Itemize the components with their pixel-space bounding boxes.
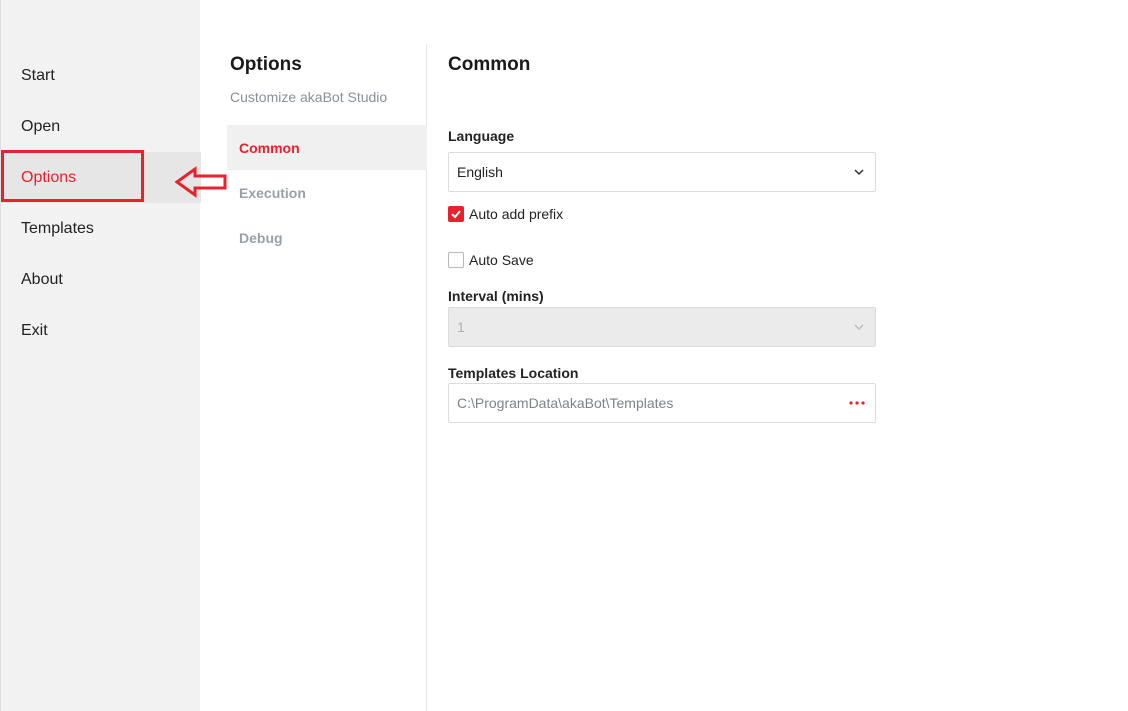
options-sub-nav: Options Customize akaBot Studio Common E… [227,44,427,711]
interval-label: Interval (mins) [448,288,544,304]
options-tab-debug[interactable]: Debug [227,215,427,260]
auto-save-checkbox[interactable]: Auto Save [448,252,534,268]
language-label: Language [448,128,515,144]
options-title: Options [230,54,302,75]
interval-value: 1 [457,319,465,335]
options-subtitle: Customize akaBot Studio [230,89,388,105]
checkbox-box[interactable] [448,206,464,222]
checkbox-box[interactable] [448,252,464,268]
nav-item-label: Start [21,66,55,84]
nav-item-open[interactable]: Open [1,101,201,152]
options-tab-common[interactable]: Common [227,125,427,170]
interval-select: 1 [448,307,876,347]
nav-item-label: Options [21,168,77,186]
ellipsis-icon [849,401,865,405]
language-select[interactable]: English [448,152,876,192]
auto-add-prefix-checkbox[interactable]: Auto add prefix [448,206,563,222]
templates-location-label: Templates Location [448,365,579,381]
language-value: English [457,164,503,180]
nav-item-start[interactable]: Start [1,50,201,101]
options-tab-label: Debug [239,229,283,246]
nav-item-templates[interactable]: Templates [1,203,201,254]
chevron-down-icon [854,169,864,176]
nav-item-about[interactable]: About [1,254,201,305]
auto-save-label: Auto Save [469,252,534,268]
checkmark-icon [451,210,461,219]
nav-item-label: Open [21,117,61,135]
panel-title: Common [448,54,531,75]
options-tab-execution[interactable]: Execution [227,170,427,215]
nav-item-label: Exit [21,321,48,339]
nav-item-options[interactable]: Options [1,152,201,203]
templates-location-value: C:\ProgramData\akaBot\Templates [457,395,674,411]
options-tab-label: Execution [239,184,306,201]
options-tab-label: Common [239,139,300,156]
left-nav: Start Open Options Templates About Exit [0,0,201,711]
templates-location-field[interactable]: C:\ProgramData\akaBot\Templates [448,383,876,423]
auto-add-prefix-label: Auto add prefix [469,206,564,222]
nav-item-label: Templates [21,219,94,237]
nav-item-label: About [21,270,63,288]
browse-button[interactable] [845,392,869,414]
nav-item-exit[interactable]: Exit [1,305,201,356]
chevron-down-icon [854,324,864,331]
